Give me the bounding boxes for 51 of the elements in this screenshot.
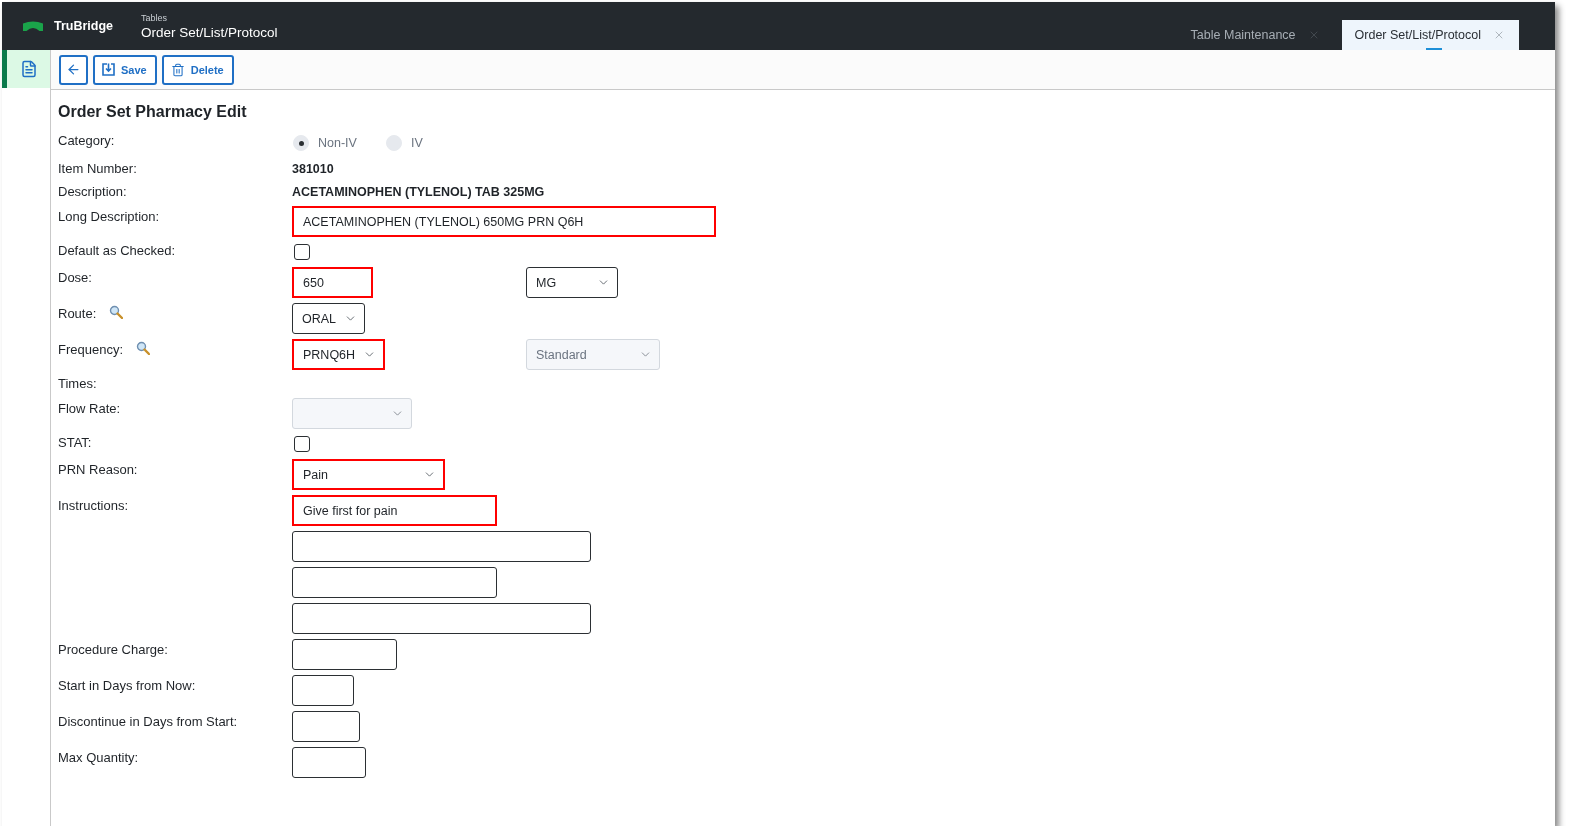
field-value: ACETAMINOPHEN (TYLENOL) TAB 325MG — [292, 184, 545, 201]
sidebar-item[interactable] — [2, 50, 50, 88]
input-field[interactable]: Give first for pain — [292, 495, 497, 526]
save-icon — [102, 63, 115, 76]
checkbox[interactable] — [294, 244, 310, 260]
select-field[interactable]: Pain — [292, 459, 445, 490]
field-label: Flow Rate: — [58, 400, 121, 418]
select-field[interactable]: MG — [526, 267, 618, 298]
field-label: Times: — [58, 375, 97, 393]
checkbox[interactable] — [294, 436, 310, 452]
select-field[interactable]: PRNQ6H — [292, 339, 386, 370]
field-label: Item Number: — [58, 160, 137, 178]
input-field[interactable] — [292, 747, 366, 778]
input-field[interactable] — [292, 603, 591, 634]
page-title: Order Set/List/Protocol — [141, 24, 278, 41]
field-label: Route: — [58, 305, 97, 323]
field-label: Discontinue in Days from Start: — [58, 713, 238, 731]
input-field[interactable] — [292, 711, 360, 742]
input-field[interactable] — [292, 675, 354, 706]
input-field[interactable] — [292, 639, 397, 670]
form-title: Order Set Pharmacy Edit — [58, 102, 247, 121]
tab[interactable]: Order Set/List/Protocol — [1341, 20, 1519, 50]
search-icon[interactable] — [109, 305, 124, 319]
tab[interactable]: Table Maintenance — [1177, 20, 1334, 50]
field-label: Description: — [58, 183, 127, 201]
field-label: PRN Reason: — [58, 461, 138, 479]
section-label: Tables — [141, 13, 169, 24]
brand-name: TruBridge — [54, 19, 114, 33]
field-label: Instructions: — [58, 497, 129, 515]
field-label: Max Quantity: — [58, 749, 139, 767]
document-icon — [19, 60, 38, 78]
field-label: Start in Days from Now: — [58, 677, 196, 695]
field-label: Default as Checked: — [58, 242, 176, 260]
logo-icon — [23, 21, 43, 31]
back-button[interactable] — [59, 54, 88, 85]
field-label: Long Description: — [58, 208, 160, 226]
input-field[interactable] — [292, 567, 497, 598]
search-icon[interactable] — [136, 341, 151, 355]
field-label: STAT: — [58, 434, 92, 452]
field-label: Procedure Charge: — [58, 641, 168, 659]
save-button[interactable]: Save — [93, 54, 157, 85]
trash-icon — [170, 62, 185, 77]
input-field[interactable]: ACETAMINOPHEN (TYLENOL) 650MG PRN Q6H — [292, 206, 716, 237]
field-label: Category: — [58, 132, 115, 150]
field-label: Frequency: — [58, 341, 124, 359]
field-value: 381010 — [292, 161, 334, 178]
input-field[interactable]: 650 — [292, 267, 373, 298]
field-label: Dose: — [58, 269, 92, 287]
input-field[interactable] — [292, 531, 591, 562]
select-field[interactable]: ORAL — [292, 303, 366, 334]
delete-button[interactable]: Delete — [161, 54, 234, 85]
